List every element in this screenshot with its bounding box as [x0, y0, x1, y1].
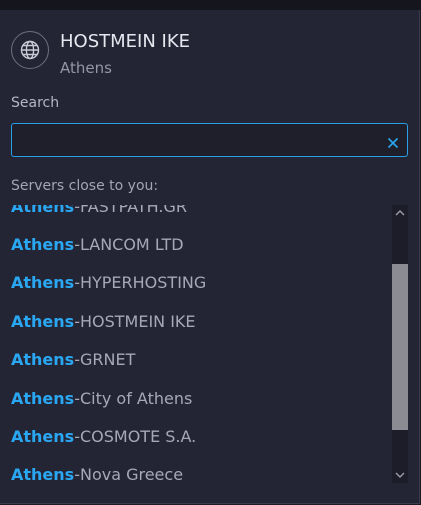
- server-list-item[interactable]: Athens - GRNET: [0, 341, 392, 379]
- server-item-city: Athens: [11, 388, 75, 408]
- server-item-city: Athens: [11, 427, 75, 447]
- chevron-up-icon[interactable]: [392, 205, 408, 221]
- search-input[interactable]: [18, 128, 382, 154]
- server-name: HOSTMEIN IKE: [60, 31, 191, 52]
- server-list-item[interactable]: Athens - HOSTMEIN IKE: [0, 302, 392, 340]
- search-box[interactable]: [11, 123, 408, 157]
- top-bar: [0, 0, 421, 10]
- server-item-provider: HYPERHOSTING: [79, 273, 207, 293]
- server-item-provider: HOSTMEIN IKE: [79, 311, 196, 331]
- server-item-provider: Nova Greece: [79, 465, 184, 485]
- server-item-provider: LANCOM LTD: [79, 235, 184, 255]
- globe-icon: [11, 31, 49, 69]
- server-item-city: Athens: [11, 205, 75, 216]
- server-item-provider: GRNET: [79, 350, 136, 370]
- scrollbar-thumb[interactable]: [392, 264, 408, 430]
- server-list-item[interactable]: Athens - LANCOM LTD: [0, 225, 392, 263]
- server-item-city: Athens: [11, 235, 75, 255]
- server-item-provider: City of Athens: [79, 388, 193, 408]
- server-list-item[interactable]: Athens - City of Athens: [0, 379, 392, 417]
- servers-close-label: Servers close to you:: [11, 178, 159, 194]
- server-item-provider: FASTPATH.GR: [79, 205, 188, 216]
- chevron-down-icon[interactable]: [392, 467, 408, 483]
- close-icon[interactable]: [387, 134, 399, 149]
- scrollbar[interactable]: [392, 205, 408, 483]
- server-city: Athens: [60, 59, 112, 77]
- server-item-city: Athens: [11, 465, 75, 485]
- server-list-item[interactable]: Athens - FASTPATH.GR: [0, 205, 392, 225]
- server-list-item[interactable]: Athens - Nova Greece: [0, 456, 392, 487]
- search-label: Search: [11, 95, 60, 111]
- server-list-item[interactable]: Athens - HYPERHOSTING: [0, 264, 392, 302]
- server-item-city: Athens: [11, 311, 75, 331]
- server-picker-panel: HOSTMEIN IKE Athens Search Servers close…: [0, 10, 420, 504]
- server-item-provider: COSMOTE S.A.: [79, 427, 197, 447]
- server-item-city: Athens: [11, 273, 75, 293]
- server-item-city: Athens: [11, 350, 75, 370]
- server-list-item[interactable]: Athens - COSMOTE S.A.: [0, 417, 392, 455]
- server-list: Athens - FASTPATH.GR Athens - LANCOM LTD…: [0, 205, 392, 487]
